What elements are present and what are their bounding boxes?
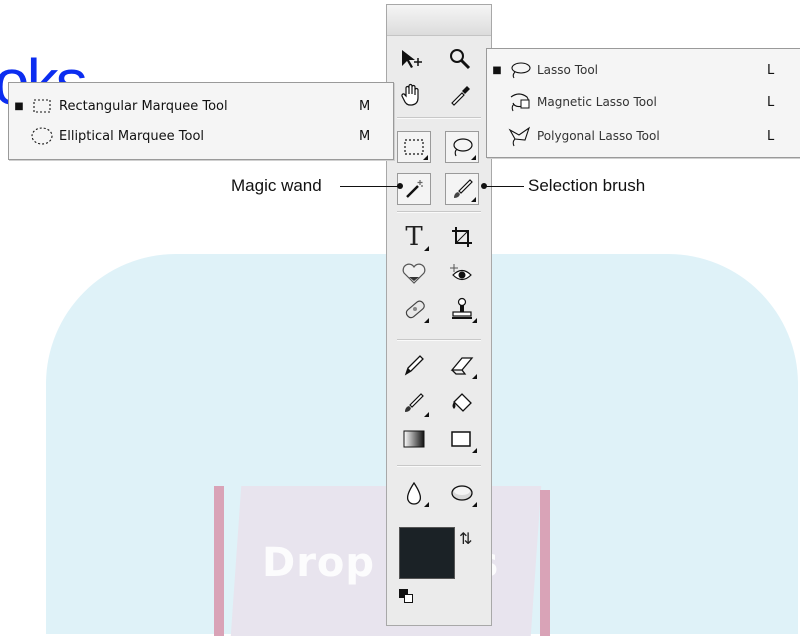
pencil-tool-button[interactable] (397, 349, 431, 381)
toolbox-separator (397, 339, 481, 341)
eraser-tool-button[interactable] (445, 349, 479, 381)
menu-item-elliptical-marquee[interactable]: Elliptical Marquee Tool M (9, 123, 393, 149)
marquee-tool-menu: ■ Rectangular Marquee Tool M Elliptical … (8, 82, 394, 160)
hand-tool-button[interactable] (395, 79, 429, 111)
dashed-ellipse-icon (29, 126, 55, 146)
crop-tool-button[interactable] (445, 221, 479, 253)
magnifier-icon (450, 49, 471, 70)
menu-item-shortcut: M (359, 98, 371, 114)
lasso-tool-menu: ■ Lasso Tool L Magnetic Lasso Tool L Pol… (486, 48, 800, 158)
menu-item-polygonal-lasso[interactable]: Polygonal Lasso Tool L (487, 123, 800, 149)
toolbox-separator (397, 117, 481, 119)
submenu-indicator (424, 246, 429, 251)
default-colors-icon[interactable] (399, 589, 413, 603)
magic-wand-callout-dot (397, 183, 403, 189)
move-arrow-icon (402, 50, 422, 68)
submenu-indicator (472, 374, 477, 379)
submenu-indicator (423, 155, 428, 160)
submenu-indicator (424, 318, 429, 323)
polygonal-lasso-icon (507, 125, 533, 147)
menu-item-shortcut: L (767, 94, 775, 110)
healing-brush-tool-button[interactable] (397, 293, 431, 325)
heart-icon (402, 263, 426, 284)
watermark-book-edge-right (540, 490, 550, 636)
menu-item-shortcut: L (767, 128, 775, 144)
submenu-indicator (471, 155, 476, 160)
lasso-icon (507, 60, 533, 80)
dashed-rect-icon (29, 98, 55, 114)
paintbrush-icon (405, 393, 424, 412)
menu-item-label: Elliptical Marquee Tool (59, 128, 205, 144)
submenu-indicator (424, 502, 429, 507)
dashed-rect-icon (404, 139, 424, 155)
menu-item-shortcut: L (767, 62, 775, 78)
zoom-tool-button[interactable] (443, 43, 477, 75)
magnetic-lasso-icon (507, 91, 533, 113)
submenu-indicator (472, 448, 477, 453)
sponge-icon (451, 485, 473, 501)
eye-icon (450, 264, 472, 281)
type-tool-button[interactable]: T (397, 221, 431, 253)
menu-item-label: Rectangular Marquee Tool (59, 98, 228, 114)
gradient-icon (403, 430, 425, 448)
watermark-book-edge-left (214, 486, 224, 636)
red-eye-tool-button[interactable] (445, 257, 479, 289)
submenu-indicator (472, 502, 477, 507)
rectangle-shape-icon (451, 431, 471, 447)
submenu-indicator (471, 197, 476, 202)
paint-bucket-tool-button[interactable] (445, 387, 479, 419)
default-background-chip (404, 594, 413, 603)
swap-colors-icon[interactable]: ⇅ (459, 529, 472, 548)
crop-icon (452, 227, 472, 247)
type-icon: T (405, 222, 423, 252)
brush-tool-button[interactable] (397, 387, 431, 419)
menu-item-label: Polygonal Lasso Tool (537, 129, 660, 143)
submenu-indicator (472, 318, 477, 323)
lasso-tool-button[interactable] (445, 131, 479, 163)
menu-item-label: Lasso Tool (537, 63, 599, 77)
menu-item-shortcut: M (359, 128, 371, 144)
toolbox-panel: T ⇅ (386, 4, 492, 626)
eyedropper-icon (451, 86, 470, 106)
toolbox-title-bar[interactable] (387, 5, 491, 36)
menu-item-lasso[interactable]: ■ Lasso Tool L (487, 57, 800, 83)
eyedropper-tool-button[interactable] (443, 79, 477, 111)
selection-brush-callout: Selection brush (528, 176, 646, 195)
magic-wand-icon (406, 180, 423, 198)
cookie-cutter-tool-button[interactable] (397, 257, 431, 289)
menu-item-rectangular-marquee[interactable]: ■ Rectangular Marquee Tool M (9, 93, 393, 119)
toolbox-separator (397, 211, 481, 213)
move-tool-button[interactable] (395, 43, 429, 75)
magic-wand-callout: Magic wand (231, 176, 322, 195)
menu-item-label: Magnetic Lasso Tool (537, 95, 657, 109)
magic-wand-tool-button[interactable] (397, 173, 431, 205)
selection-brush-callout-dot (481, 183, 487, 189)
foreground-color-swatch[interactable] (399, 527, 455, 579)
submenu-indicator (424, 412, 429, 417)
menu-item-magnetic-lasso[interactable]: Magnetic Lasso Tool L (487, 89, 800, 115)
sponge-tool-button[interactable] (445, 477, 479, 509)
pencil-icon (404, 355, 424, 376)
bucket-icon (452, 393, 472, 412)
selection-brush-callout-line (484, 186, 524, 187)
toolbox-separator (397, 465, 481, 467)
blur-tool-button[interactable] (397, 477, 431, 509)
gradient-tool-button[interactable] (397, 423, 431, 455)
rectangular-marquee-tool-button[interactable] (397, 131, 431, 163)
magic-wand-callout-line (340, 186, 400, 187)
selected-bullet: ■ (492, 64, 502, 76)
shape-tool-button[interactable] (445, 423, 479, 455)
selected-bullet: ■ (14, 100, 24, 112)
clone-stamp-tool-button[interactable] (445, 293, 479, 325)
hand-icon (401, 83, 419, 106)
drop-icon (406, 481, 422, 505)
selection-brush-tool-button[interactable] (445, 173, 479, 205)
